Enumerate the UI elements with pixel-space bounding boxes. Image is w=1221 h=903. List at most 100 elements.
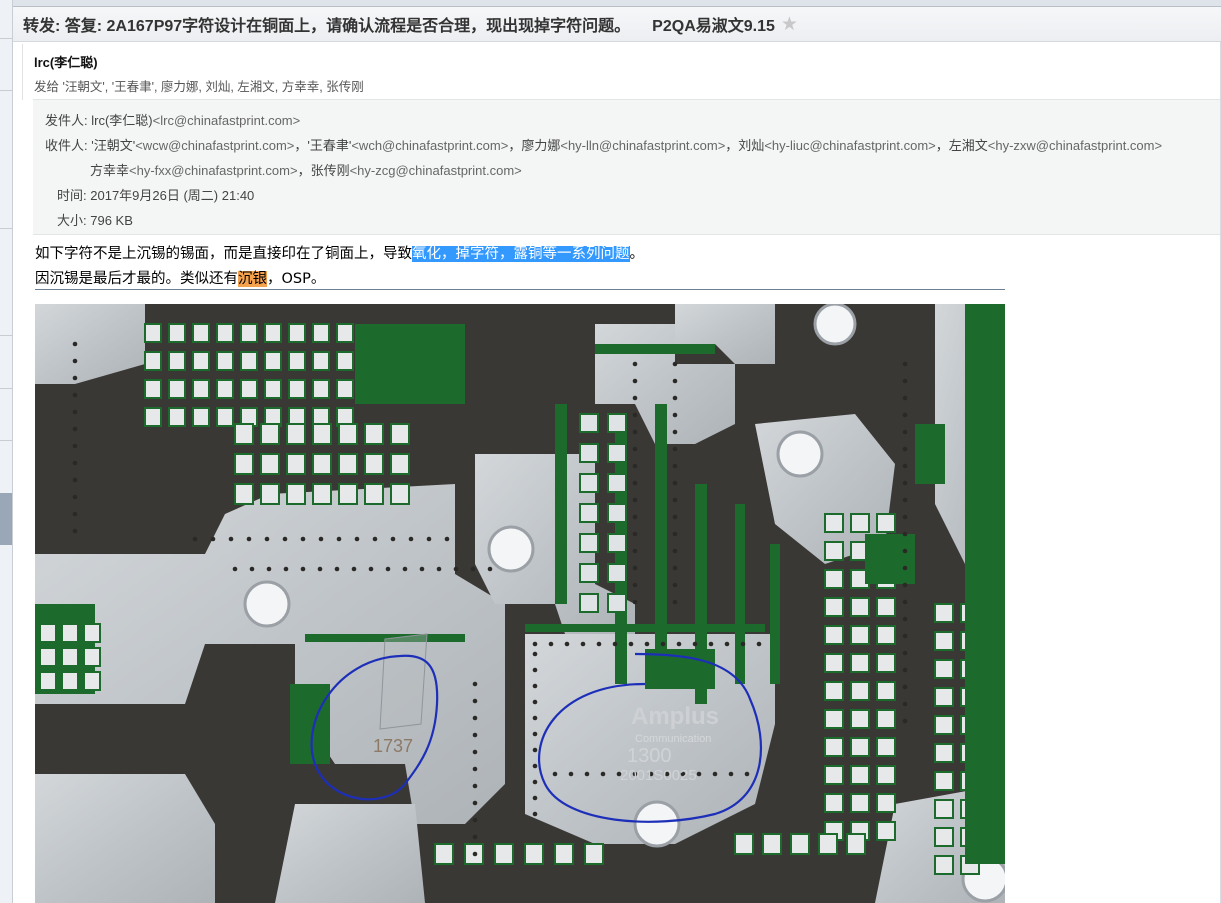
pcb-via [902, 616, 908, 622]
from-name[interactable]: lrc(李仁聪) [91, 113, 152, 128]
pcb-via [532, 811, 538, 817]
pcb-via [568, 771, 574, 777]
sender-name[interactable]: lrc(李仁聪) [34, 52, 98, 71]
pcb-pad [934, 799, 954, 819]
recipient[interactable]: ，'王春聿'<wch@chinafastprint.com> [294, 138, 508, 153]
pcb-pad [824, 793, 844, 813]
pcb-pad [260, 423, 280, 445]
to-row-continued: 方幸幸<hy-fxx@chinafastprint.com>，张传刚<hy-zc… [90, 160, 522, 179]
pcb-via [672, 395, 678, 401]
pcb-pad [61, 671, 79, 691]
pcb-via [902, 565, 908, 571]
pcb-pad [144, 323, 162, 343]
pcb-via [318, 536, 324, 542]
pcb-pad [336, 351, 354, 371]
pcb-via [564, 641, 570, 647]
pcb-via [246, 536, 252, 542]
recipient[interactable]: ，张传刚<hy-zcg@chinafastprint.com> [298, 163, 522, 178]
strip-selected-item[interactable] [0, 493, 12, 545]
pcb-pad [850, 793, 870, 813]
pcb-pad [824, 681, 844, 701]
pcb-via [902, 361, 908, 367]
pcb-pad [364, 423, 384, 445]
pcb-via [728, 771, 734, 777]
recipient[interactable]: ，刘灿<hy-liuc@chinafastprint.com> [725, 138, 935, 153]
pcb-pad [364, 483, 384, 505]
pcb-via [596, 641, 602, 647]
pcb-via [902, 633, 908, 639]
pcb-pad [850, 681, 870, 701]
pcb-via [632, 531, 638, 537]
pcb-via [317, 566, 323, 572]
pcb-via [372, 536, 378, 542]
pcb-pad [312, 351, 330, 371]
pcb-via [532, 779, 538, 785]
pcb-pad [192, 379, 210, 399]
pcb-via [902, 701, 908, 707]
highlighted-text: 沉银 [238, 271, 267, 287]
pcb-pad [264, 379, 282, 399]
pcb-via [902, 395, 908, 401]
pcb-pad [655, 404, 667, 684]
pcb-via [436, 566, 442, 572]
pcb-via [472, 834, 478, 840]
pcb-via [712, 771, 718, 777]
pcb-pad [850, 709, 870, 729]
pcb-pad [192, 407, 210, 427]
pcb-pad [876, 765, 896, 785]
pcb-via [472, 681, 478, 687]
pcb-via [72, 460, 78, 466]
pcb-pad [850, 625, 870, 645]
pcb-pad [934, 687, 954, 707]
pcb-via [532, 795, 538, 801]
pcb-via [532, 667, 538, 673]
strip-divider [0, 440, 12, 441]
pcb-pad [144, 351, 162, 371]
pcb-pad [579, 503, 599, 523]
pcb-via [632, 565, 638, 571]
pcb-via [470, 566, 476, 572]
pcb-pad [876, 737, 896, 757]
pcb-via [351, 566, 357, 572]
marking-1737: 1737 [373, 736, 413, 756]
pcb-pad [790, 833, 810, 855]
pcb-via [72, 511, 78, 517]
pcb-pad [934, 827, 954, 847]
pcb-pad [61, 647, 79, 667]
pcb-via [672, 463, 678, 469]
pcb-pad [735, 504, 745, 684]
pcb-pad [850, 513, 870, 533]
pcb-via [632, 514, 638, 520]
star-icon[interactable]: ★ [781, 15, 798, 34]
recipient[interactable]: ，廖力娜<hy-lln@chinafastprint.com> [508, 138, 725, 153]
pcb-via [902, 446, 908, 452]
time-label: 时间: [57, 188, 87, 203]
recipient[interactable]: '汪朝文'<wcw@chinafastprint.com> [91, 138, 294, 153]
body-text: ，OSP。 [267, 271, 326, 287]
pcb-via [756, 641, 762, 647]
pcb-via [580, 641, 586, 647]
pcb-pad [876, 793, 896, 813]
pcb-via [532, 651, 538, 657]
recipient[interactable]: ，左湘文<hy-zxw@chinafastprint.com> [936, 138, 1162, 153]
mail-tag[interactable]: P2QA易淑文9.15 [652, 12, 775, 36]
pcb-via [902, 378, 908, 384]
pcb-via [368, 566, 374, 572]
strip-divider [0, 335, 12, 336]
pcb-pad [288, 323, 306, 343]
code-serial: 2001S0025 [620, 767, 697, 784]
recipient[interactable]: 方幸幸<hy-fxx@chinafastprint.com> [90, 163, 298, 178]
left-folder-strip[interactable] [0, 0, 13, 903]
pcb-via [672, 565, 678, 571]
to-label: 收件人: [45, 138, 88, 153]
pcb-via [672, 446, 678, 452]
size-row: 大小: 796 KB [57, 210, 133, 229]
pcb-via [72, 426, 78, 432]
pcb-via [72, 494, 78, 500]
pcb-via [708, 641, 714, 647]
from-address[interactable]: <lrc@chinafastprint.com> [153, 113, 301, 128]
pcb-pad [607, 443, 627, 463]
pcb-via [902, 497, 908, 503]
pcb-pad [216, 323, 234, 343]
pcb-pad [312, 379, 330, 399]
